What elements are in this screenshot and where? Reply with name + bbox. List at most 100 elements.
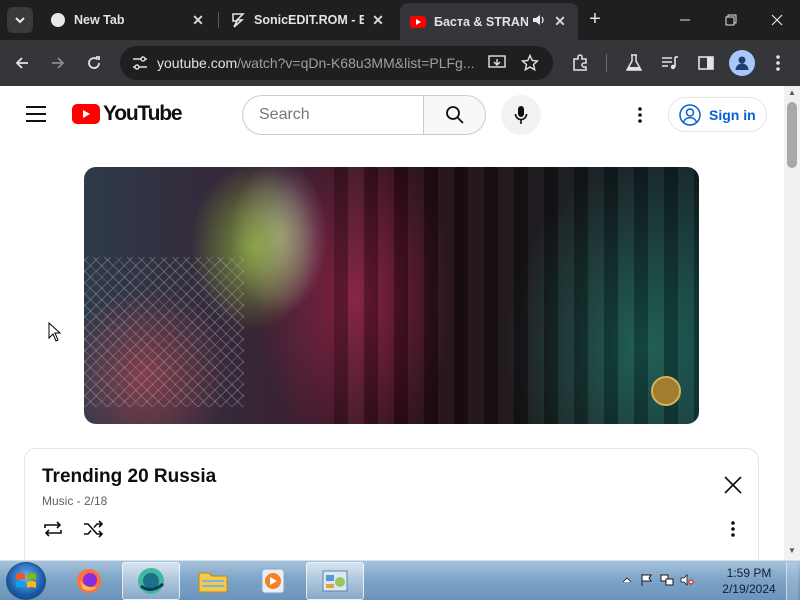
taskbar-media-player[interactable] <box>244 562 302 600</box>
scroll-thumb[interactable] <box>787 102 797 168</box>
tab-title: Баста & STRANI <box>434 14 528 29</box>
voice-search-button[interactable] <box>501 95 541 135</box>
queue-music-icon <box>662 56 678 70</box>
toolbar-divider <box>606 54 607 72</box>
close-icon <box>771 14 783 26</box>
search-input[interactable] <box>242 95 423 135</box>
page-scrollbar[interactable]: ▲ ▼ <box>784 86 800 560</box>
address-bar[interactable]: youtube.com/watch?v=qDn-K68u3MM&list=PLF… <box>120 46 553 80</box>
search-box <box>242 95 486 135</box>
shuffle-icon <box>84 520 104 538</box>
volume-muted-icon[interactable] <box>680 573 694 587</box>
loop-playlist-button[interactable] <box>41 517 65 541</box>
back-button[interactable] <box>8 49 36 77</box>
settings-menu-button[interactable] <box>628 103 652 127</box>
taskbar-clock[interactable]: 1:59 PM 2/19/2024 <box>716 565 782 597</box>
site-info-icon[interactable] <box>132 56 148 75</box>
youtube-logo[interactable]: YouTube <box>72 102 183 126</box>
system-tray <box>620 573 694 587</box>
tab-new-tab[interactable]: New Tab ✕ <box>40 3 216 37</box>
playlist-subtitle: Music - 2/18 <box>42 494 108 508</box>
chrome-menu-button[interactable] <box>764 49 792 77</box>
close-tab-icon[interactable]: ✕ <box>552 13 568 30</box>
clock-date: 2/19/2024 <box>722 582 776 596</box>
clock-time: 1:59 PM <box>726 566 772 580</box>
labs-button[interactable] <box>620 49 648 77</box>
new-tab-button[interactable]: + <box>584 8 606 30</box>
channel-watermark[interactable] <box>651 376 681 406</box>
scroll-down-arrow-icon[interactable]: ▼ <box>787 546 797 556</box>
playlist-menu-button[interactable] <box>721 517 745 541</box>
start-button[interactable] <box>6 562 46 600</box>
side-panel-icon <box>698 56 714 70</box>
kebab-menu-icon <box>638 107 642 123</box>
forward-button[interactable] <box>44 49 72 77</box>
tab-title: New Tab <box>74 13 125 27</box>
tab-sonicedit[interactable]: SonicEDIT.ROM - EY ✕ <box>220 3 396 37</box>
url-path: /watch?v=qDn-K68u3MM&list=PLFg... <box>237 55 475 71</box>
side-panel-button[interactable] <box>692 49 720 77</box>
video-frame-mesh <box>84 257 244 407</box>
firefox-icon <box>77 569 101 593</box>
tab-youtube[interactable]: Баста & STRANI ✕ <box>400 3 578 40</box>
profile-avatar[interactable] <box>729 50 755 76</box>
repeat-icon <box>44 521 62 537</box>
restore-button[interactable] <box>708 0 754 40</box>
video-player[interactable] <box>84 167 699 424</box>
minimize-icon <box>680 19 690 21</box>
extensions-button[interactable] <box>566 49 594 77</box>
tab-search-button[interactable] <box>7 7 33 33</box>
tab-title: SonicEDIT.ROM - EY <box>254 13 364 27</box>
close-window-button[interactable] <box>754 0 800 40</box>
reload-icon <box>88 56 100 69</box>
account-circle-icon <box>679 103 701 126</box>
tab-strip: New Tab ✕ SonicEDIT.ROM - EY ✕ Баста & S… <box>0 0 800 40</box>
sign-in-button[interactable]: Sign in <box>668 97 767 132</box>
url-host: youtube.com <box>157 55 238 71</box>
windows-taskbar: 1:59 PM 2/19/2024 <box>0 560 800 600</box>
youtube-play-icon <box>72 104 100 124</box>
close-tab-icon[interactable]: ✕ <box>370 12 386 29</box>
taskbar-app-active[interactable] <box>122 562 180 600</box>
minimize-button[interactable] <box>662 0 708 40</box>
url-text: youtube.com/watch?v=qDn-K68u3MM&list=PLF… <box>157 55 477 71</box>
taskbar-control-panel[interactable] <box>306 562 364 600</box>
youtube-wordmark: YouTube <box>103 102 183 125</box>
scroll-up-arrow-icon[interactable]: ▲ <box>787 88 797 98</box>
tab-separator <box>218 12 219 28</box>
youtube-page: YouTube Sign in Trending 20 Russia Music… <box>0 86 784 560</box>
close-playlist-button[interactable] <box>721 473 745 497</box>
microphone-icon <box>514 106 528 124</box>
install-app-icon[interactable] <box>488 55 506 76</box>
taskbar-explorer[interactable] <box>184 562 242 600</box>
chevron-down-icon <box>15 17 25 24</box>
search-icon <box>445 106 464 124</box>
show-hidden-icons-icon[interactable] <box>620 573 634 587</box>
sonicedit-favicon-icon <box>230 12 246 28</box>
guide-menu-button[interactable] <box>26 106 46 122</box>
close-tab-icon[interactable]: ✕ <box>190 12 206 29</box>
sign-in-label: Sign in <box>709 106 756 123</box>
media-controls-button[interactable] <box>656 49 684 77</box>
windows-logo-icon <box>16 573 36 588</box>
search-button[interactable] <box>423 95 486 135</box>
youtube-favicon-icon <box>410 14 426 30</box>
action-center-flag-icon[interactable] <box>640 573 654 587</box>
puzzle-icon <box>573 54 587 71</box>
playlist-panel: Trending 20 Russia Music - 2/18 <box>24 448 759 560</box>
bookmark-star-icon[interactable] <box>520 53 540 77</box>
chrome-favicon-icon <box>50 12 66 28</box>
taskbar-firefox[interactable] <box>60 562 118 600</box>
playlist-title[interactable]: Trending 20 Russia <box>42 466 216 488</box>
shuffle-playlist-button[interactable] <box>81 517 105 541</box>
arrow-right-icon <box>52 57 65 69</box>
close-icon <box>724 476 742 494</box>
reload-button[interactable] <box>80 49 108 77</box>
flask-icon <box>626 54 642 71</box>
video-frame-curtain <box>334 167 699 424</box>
audio-playing-icon[interactable] <box>532 13 546 30</box>
person-icon <box>735 56 749 70</box>
show-desktop-button[interactable] <box>786 562 798 600</box>
restore-icon <box>725 14 737 26</box>
network-icon[interactable] <box>660 573 674 587</box>
